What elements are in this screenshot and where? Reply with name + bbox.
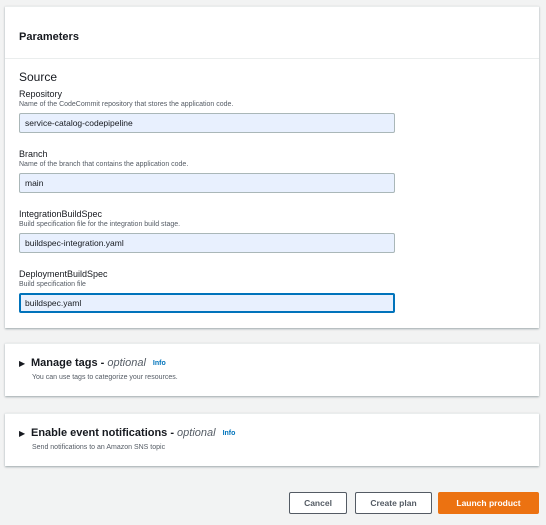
repository-input[interactable]: service-catalog-codepipeline bbox=[19, 113, 395, 133]
event-notifications-description: Send notifications to an Amazon SNS topi… bbox=[32, 444, 166, 451]
manage-tags-title[interactable]: Manage tags - bbox=[31, 357, 104, 369]
parameters-panel: Parameters Source Repository Name of the… bbox=[5, 6, 539, 328]
deployment-buildspec-label: DeploymentBuildSpec bbox=[19, 269, 108, 279]
integration-buildspec-description: Build specification file for the integra… bbox=[19, 221, 181, 228]
repository-field: Repository Name of the CodeCommit reposi… bbox=[19, 89, 395, 133]
event-notifications-title[interactable]: Enable event notifications - bbox=[31, 427, 174, 439]
source-section-title: Source bbox=[19, 70, 58, 84]
branch-field: Branch Name of the branch that contains … bbox=[19, 149, 395, 193]
repository-description: Name of the CodeCommit repository that s… bbox=[19, 101, 234, 108]
deployment-buildspec-description: Build specification file bbox=[19, 281, 86, 288]
integration-buildspec-field: IntegrationBuildSpec Build specification… bbox=[19, 209, 395, 253]
event-notifications-optional: optional bbox=[177, 427, 216, 439]
caret-right-icon[interactable]: ▶ bbox=[19, 429, 31, 438]
branch-label: Branch bbox=[19, 149, 48, 159]
manage-tags-info-link[interactable]: Info bbox=[153, 360, 166, 367]
create-plan-button[interactable]: Create plan bbox=[355, 492, 432, 514]
cancel-button[interactable]: Cancel bbox=[289, 492, 347, 514]
manage-tags-header[interactable]: ▶ Manage tags - optional Info bbox=[19, 357, 166, 369]
launch-product-button[interactable]: Launch product bbox=[438, 492, 539, 514]
caret-right-icon[interactable]: ▶ bbox=[19, 359, 31, 368]
branch-input[interactable]: main bbox=[19, 173, 395, 193]
integration-buildspec-label: IntegrationBuildSpec bbox=[19, 209, 103, 219]
parameters-header: Parameters bbox=[5, 7, 539, 59]
manage-tags-panel[interactable]: ▶ Manage tags - optional Info You can us… bbox=[5, 343, 539, 396]
manage-tags-optional: optional bbox=[107, 357, 146, 369]
parameters-title: Parameters bbox=[19, 31, 79, 43]
event-notifications-header[interactable]: ▶ Enable event notifications - optional … bbox=[19, 427, 235, 439]
deployment-buildspec-field: DeploymentBuildSpec Build specification … bbox=[19, 269, 395, 313]
branch-description: Name of the branch that contains the app… bbox=[19, 161, 189, 168]
integration-buildspec-input[interactable]: buildspec-integration.yaml bbox=[19, 233, 395, 253]
event-notifications-info-link[interactable]: Info bbox=[223, 430, 236, 437]
event-notifications-panel[interactable]: ▶ Enable event notifications - optional … bbox=[5, 413, 539, 466]
repository-label: Repository bbox=[19, 89, 63, 99]
manage-tags-description: You can use tags to categorize your reso… bbox=[32, 374, 178, 381]
deployment-buildspec-input[interactable]: buildspec.yaml bbox=[19, 293, 395, 313]
